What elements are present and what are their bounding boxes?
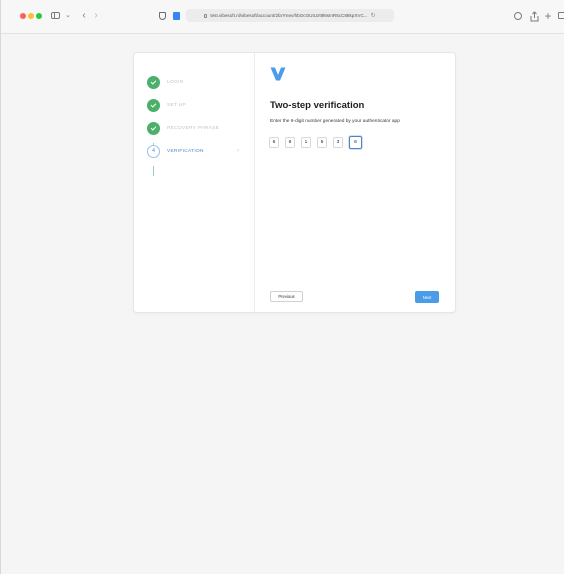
step-recovery-phrase: RECOVERY PHRASE: [147, 121, 219, 135]
chevron-down-icon[interactable]: ⌄: [64, 9, 72, 23]
code-digit-2[interactable]: 8: [285, 137, 295, 148]
step-verification: 4 VERIFICATION: [147, 144, 204, 158]
browser-toolbar: ⌄ ‹ › test.vibesoft.nl/vibesoft/account/…: [1, 0, 564, 34]
code-digit-3[interactable]: 1: [301, 137, 311, 148]
step-label: LOGIN: [167, 79, 184, 85]
step-label: VERIFICATION: [167, 148, 204, 154]
step-number: 4: [147, 144, 160, 158]
shield-icon[interactable]: [157, 9, 167, 23]
plus-icon[interactable]: +: [544, 9, 552, 23]
zoom-window-button[interactable]: [36, 13, 42, 19]
minimize-window-button[interactable]: [28, 13, 34, 19]
instruction-text: Enter the 6-digit number generated by yo…: [270, 119, 400, 124]
step-label: RECOVERY PHRASE: [167, 125, 220, 131]
chevron-left-icon[interactable]: ‹: [80, 9, 88, 23]
code-digit-1[interactable]: 6: [269, 137, 279, 148]
check-icon: [147, 98, 160, 112]
address-bar[interactable]: test.vibesoft.nl/vibesoft/account/2fa?rn…: [186, 9, 394, 22]
share-icon[interactable]: [529, 9, 539, 23]
previous-button[interactable]: Previous: [270, 291, 303, 302]
password-lock-icon[interactable]: [171, 9, 181, 23]
page-title: Two-step verification: [270, 100, 365, 111]
step-login: LOGIN: [147, 75, 183, 89]
code-digit-4[interactable]: 5: [317, 137, 327, 148]
check-icon: [147, 121, 160, 135]
download-icon[interactable]: [513, 9, 523, 23]
code-input-group: 6 8 1 5 3 6: [269, 136, 362, 149]
lock-icon: [204, 13, 208, 18]
url-text: test.vibesoft.nl/vibesoft/account/2fa?rn…: [210, 13, 368, 18]
close-window-button[interactable]: [20, 13, 26, 19]
wizard-steps: LOGIN SET UP RECOVERY PHRASE 4 VERIFICAT…: [134, 53, 255, 312]
code-digit-5[interactable]: 3: [333, 137, 343, 148]
reload-icon[interactable]: ↻: [371, 12, 376, 19]
check-icon: [147, 75, 160, 89]
chevron-right-icon[interactable]: ›: [92, 9, 100, 23]
tab-overview-icon[interactable]: [557, 9, 564, 23]
step-set-up: SET UP: [147, 98, 186, 112]
code-digit-6[interactable]: 6: [349, 136, 362, 149]
sidebar-icon[interactable]: [51, 9, 61, 23]
step-label: SET UP: [167, 102, 187, 108]
next-button[interactable]: Next: [415, 291, 439, 303]
verification-card: LOGIN SET UP RECOVERY PHRASE 4 VERIFICAT…: [134, 53, 455, 312]
chevron-right-icon: ›: [237, 148, 239, 154]
step-connector: [153, 166, 154, 176]
vibesoft-logo: [270, 67, 286, 81]
browser-window: ⌄ ‹ › test.vibesoft.nl/vibesoft/account/…: [0, 0, 564, 574]
